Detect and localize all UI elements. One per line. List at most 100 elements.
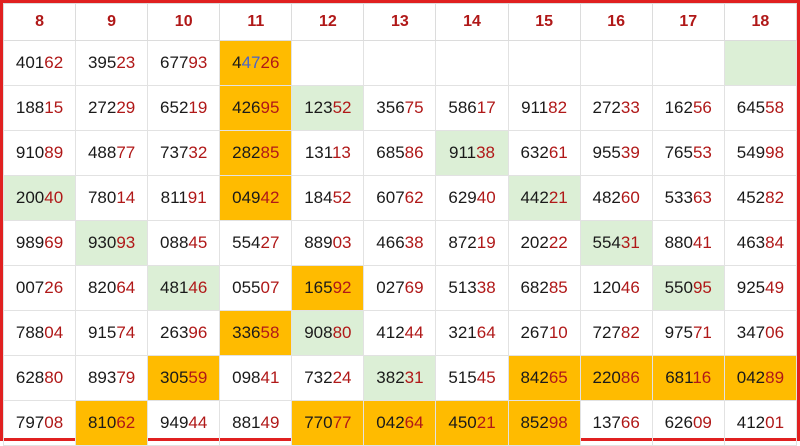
column-header: 8 (2, 3, 77, 41)
number-prefix: 267 (520, 323, 549, 342)
number-suffix: 69 (404, 278, 424, 297)
number-suffix: 52 (332, 98, 352, 117)
results-body: 40162 39523 67793 44726 18815 27229 65219 42695… (2, 40, 798, 446)
number-prefix: 272 (592, 98, 621, 117)
number-prefix: 810 (87, 413, 117, 432)
table-cell: 89379 (75, 355, 149, 401)
table-cell: 04264 (363, 400, 437, 446)
number-prefix: 925 (736, 278, 766, 297)
table-row: 00726 82064 48146 05507 16592 02769 51338 68285… (2, 265, 798, 311)
table-cell: 02769 (363, 265, 437, 311)
number-suffix: 32 (188, 143, 208, 162)
number-suffix: 21 (548, 188, 568, 207)
number-suffix: 75 (404, 98, 424, 117)
table-cell: 04942 (219, 175, 293, 221)
number-suffix: 65 (548, 368, 568, 387)
table-cell: 73732 (147, 130, 221, 176)
table-cell: 62940 (435, 175, 509, 221)
table-cell: 16256 (651, 85, 725, 131)
table-cell: 48146 (147, 265, 221, 311)
number-suffix: 58 (765, 98, 785, 117)
number-suffix: 38 (476, 278, 496, 297)
number-suffix: 40 (44, 188, 64, 207)
number-suffix: 86 (404, 143, 424, 162)
number-prefix: 955 (592, 143, 621, 162)
table-cell: 35675 (363, 85, 437, 131)
number-prefix: 450 (448, 413, 477, 432)
table-cell: 46384 (723, 220, 798, 266)
number-prefix: 184 (304, 188, 333, 207)
number-prefix: 554 (232, 233, 261, 252)
number-suffix: 31 (620, 233, 640, 252)
number-prefix: 811 (160, 188, 188, 207)
number-prefix: 382 (376, 368, 405, 387)
number-prefix: 989 (15, 233, 45, 252)
number-suffix: 44 (188, 413, 208, 432)
number-suffix: 93 (116, 233, 136, 252)
number-suffix: 95 (692, 278, 712, 297)
number-prefix: 426 (232, 98, 261, 117)
number-suffix: 74 (116, 323, 136, 342)
number-prefix: 401 (15, 53, 45, 72)
number-prefix: 272 (87, 98, 117, 117)
number-prefix: 482 (592, 188, 621, 207)
number-prefix: 842 (520, 368, 549, 387)
number-suffix: 85 (548, 278, 568, 297)
table-cell: 12046 (579, 265, 653, 311)
number-suffix: 96 (188, 323, 208, 342)
number-suffix: 01 (765, 413, 785, 432)
number-suffix: 14 (116, 188, 136, 207)
number-prefix: 677 (160, 53, 189, 72)
number-prefix: 628 (15, 368, 45, 387)
number-prefix: 685 (376, 143, 405, 162)
table-cell: 48260 (579, 175, 653, 221)
number-suffix: 82 (548, 98, 568, 117)
number-prefix: 549 (736, 143, 766, 162)
number-suffix: 23 (116, 53, 136, 72)
number-suffix: 29 (116, 98, 136, 117)
table-cell (435, 40, 509, 86)
number-suffix: 40 (476, 188, 496, 207)
number-suffix: 66 (620, 413, 640, 432)
number-suffix: 95 (260, 98, 280, 117)
number-prefix: 220 (592, 368, 621, 387)
number-suffix: 46 (620, 278, 640, 297)
table-cell: 28285 (219, 130, 293, 176)
table-cell: 09841 (219, 355, 293, 401)
column-header: 16 (579, 3, 653, 41)
number-suffix: 58 (260, 323, 280, 342)
number-suffix: 79 (116, 368, 136, 387)
table-cell: 64558 (723, 85, 798, 131)
number-suffix: 53 (692, 143, 712, 162)
table-cell: 76553 (651, 130, 725, 176)
number-suffix: 89 (765, 368, 785, 387)
number-prefix: 652 (160, 98, 189, 117)
number-prefix: 681 (665, 368, 693, 387)
number-suffix: 42 (260, 188, 280, 207)
table-cell: 91574 (75, 310, 149, 356)
number-prefix: 162 (664, 98, 693, 117)
header-row: 8 9 10 11 12 13 14 15 16 17 18 (2, 3, 798, 41)
number-suffix: 41 (692, 233, 712, 252)
table-cell: 48877 (75, 130, 149, 176)
number-suffix: 39 (620, 143, 640, 162)
number-prefix: 466 (376, 233, 405, 252)
table-cell: 16592 (291, 265, 365, 311)
number-prefix: 908 (304, 323, 333, 342)
number-prefix: 915 (87, 323, 117, 342)
table-cell: 72782 (579, 310, 653, 356)
number-prefix: 120 (592, 278, 621, 297)
number-suffix: 56 (692, 98, 712, 117)
number-suffix: 24 (332, 368, 352, 387)
table-cell: 78014 (75, 175, 149, 221)
number-prefix: 049 (232, 188, 261, 207)
number-suffix: 64 (404, 413, 424, 432)
table-cell: 41201 (723, 400, 798, 446)
table-cell: 26396 (147, 310, 221, 356)
number-prefix: 356 (376, 98, 405, 117)
table-cell: 04289 (723, 355, 798, 401)
number-prefix: 765 (664, 143, 693, 162)
column-header: 11 (219, 3, 293, 41)
number-prefix: 098 (232, 368, 261, 387)
number-prefix: 911 (521, 98, 549, 117)
